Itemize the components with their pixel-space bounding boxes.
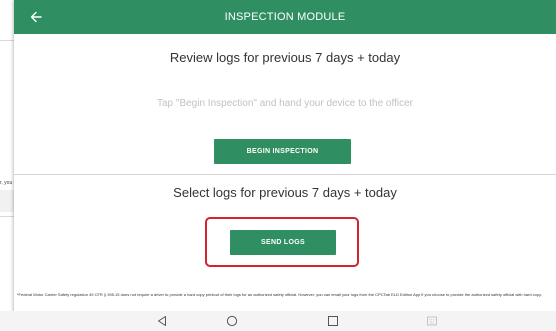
review-logs-title: Review logs for previous 7 days + today: [169, 50, 401, 65]
recents-square-icon: [328, 316, 338, 326]
background-clipped-text: r, you c: [0, 180, 14, 186]
background-divider: [0, 40, 14, 41]
back-triangle-icon: [158, 316, 166, 326]
begin-inspection-button[interactable]: BEGIN INSPECTION: [214, 139, 351, 164]
section-divider: [14, 174, 556, 175]
nav-recents-button[interactable]: [326, 314, 340, 328]
inspection-hint: Tap "Begin Inspection" and hand your dev…: [157, 98, 413, 109]
nav-home-button[interactable]: [225, 314, 239, 328]
select-logs-title: Select logs for previous 7 days + today: [173, 185, 397, 200]
system-navigation-bar: [0, 311, 556, 331]
arrow-left-icon: [30, 11, 42, 23]
regulation-footnote: *Federal Motor Carrier Safety regulation…: [17, 292, 542, 297]
nav-back-button[interactable]: [155, 314, 169, 328]
background-divider: [0, 216, 14, 217]
device-screen: r, you c INSPECTION MODULE Review logs f…: [0, 0, 556, 331]
home-circle-icon: [226, 315, 238, 327]
inspection-module-screen: INSPECTION MODULE Review logs for previo…: [14, 0, 556, 331]
page-title: INSPECTION MODULE: [224, 11, 346, 23]
back-button[interactable]: [24, 5, 48, 29]
keyboard-icon: [427, 316, 437, 326]
top-app-bar: INSPECTION MODULE: [14, 0, 556, 34]
background-panel: [0, 190, 14, 212]
send-logs-button[interactable]: SEND LOGS: [230, 230, 336, 255]
nav-keyboard-button[interactable]: [425, 314, 439, 328]
